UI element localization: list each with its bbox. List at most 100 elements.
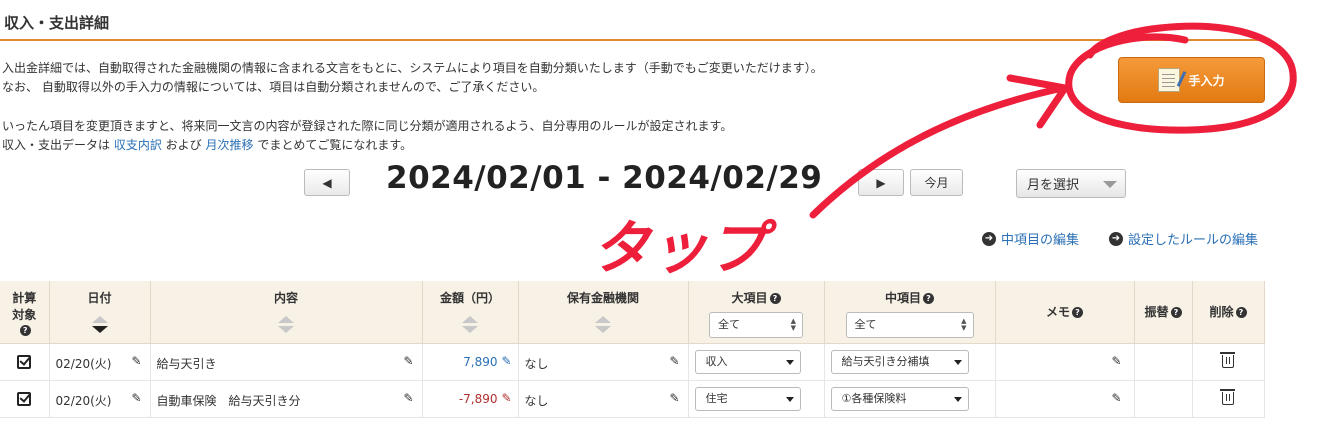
- description-line-4: 収入・支出データは 収支内訳 および 月次推移 でまとめてご覧になれます。: [2, 136, 412, 153]
- header-content[interactable]: 内容: [150, 281, 423, 344]
- title-divider: [0, 39, 1266, 41]
- header-delete: 削除?: [1192, 281, 1265, 344]
- header-transfer: 振替?: [1134, 281, 1193, 344]
- middle-filter-value: 全て: [854, 318, 877, 331]
- header-middle-label: 中項目: [884, 291, 921, 305]
- edit-rules-label: 設定したルールの編集: [1128, 233, 1259, 248]
- amount-cell[interactable]: -7,890 ✎: [422, 380, 519, 418]
- description-line-1: 入出金詳細では、自動取得された金融機関の情報に含まれる文言をもとに、システムによ…: [2, 61, 823, 75]
- month-select[interactable]: 月を選択: [1016, 169, 1126, 198]
- table-row: 02/20(火) ✎ 給与天引き ✎ 7,890 ✎ なし ✎ 収入 給与天引き分補填 …: [0, 343, 1265, 381]
- help-icon[interactable]: ?: [769, 293, 781, 304]
- pencil-icon[interactable]: ✎: [131, 354, 141, 368]
- middle-select[interactable]: 給与天引き分補填: [830, 349, 969, 374]
- manual-entry-label: 手入力: [1188, 73, 1225, 88]
- page-title: 収入・支出詳細: [4, 14, 110, 32]
- major-value: 住宅: [705, 391, 728, 405]
- description-line-2: なお、 自動取得以外の手入力の情報については、項目は自動分類されませんので、ご了…: [2, 80, 545, 94]
- pencil-icon[interactable]: ✎: [131, 391, 141, 405]
- institution-cell[interactable]: なし ✎: [518, 343, 689, 381]
- sort-icon[interactable]: [461, 316, 479, 333]
- middle-value: 給与天引き分補填: [841, 354, 930, 368]
- date-cell[interactable]: 02/20(火) ✎: [49, 343, 151, 381]
- amount-value: 7,890: [463, 354, 498, 369]
- content-cell[interactable]: 自動車保険 給与天引き分 ✎: [150, 380, 423, 418]
- prev-month-button[interactable]: ◀: [304, 169, 350, 196]
- major-cell: 住宅: [688, 380, 825, 418]
- sort-icon[interactable]: [277, 316, 295, 333]
- this-month-button[interactable]: 今月: [910, 169, 963, 196]
- up-down-icon: ▲ ▼: [961, 317, 967, 332]
- chevron-down-icon: [953, 359, 962, 365]
- up-down-icon: ▲ ▼: [790, 317, 796, 332]
- chevron-down-icon: [785, 396, 794, 402]
- help-icon[interactable]: ?: [1170, 307, 1182, 319]
- description-line-3: いったん項目を変更頂きますと、将来同一文言の内容が登録された際に同じ分類が適用さ…: [2, 119, 733, 133]
- institution-cell[interactable]: なし ✎: [518, 380, 689, 418]
- transactions-table: 計算 対象 ? 日付 内容 金額（円） 保有金融機関 大項目? 全て ▲ ▼ 中…: [0, 281, 1265, 418]
- major-select[interactable]: 収入: [694, 349, 801, 374]
- manual-entry-button[interactable]: 手入力: [1118, 57, 1265, 103]
- trash-icon[interactable]: [1220, 352, 1235, 368]
- header-transfer-label: 振替: [1144, 305, 1169, 320]
- pencil-icon[interactable]: ✎: [501, 354, 511, 368]
- pencil-icon[interactable]: ✎: [669, 354, 679, 368]
- delete-cell[interactable]: [1192, 380, 1265, 418]
- transfer-cell[interactable]: [1134, 343, 1193, 381]
- handwritten-tap-text: タップ: [592, 214, 778, 282]
- pencil-icon[interactable]: ✎: [403, 354, 413, 368]
- monthly-trend-link[interactable]: 月次推移: [205, 138, 253, 152]
- delete-cell[interactable]: [1192, 343, 1265, 381]
- transfer-cell[interactable]: [1134, 380, 1193, 418]
- edit-categories-link[interactable]: ➜ 中項目の編集: [982, 229, 1079, 248]
- institution-value: なし: [524, 393, 549, 408]
- middle-cell: 給与天引き分補填: [824, 343, 996, 381]
- sort-icon[interactable]: [91, 316, 109, 333]
- table-row: 02/20(火) ✎ 自動車保険 給与天引き分 ✎ -7,890 ✎ なし ✎ 住宅 ①…: [0, 380, 1265, 418]
- header-major: 大項目? 全て ▲ ▼: [688, 281, 825, 344]
- chevron-down-icon: [953, 396, 962, 402]
- header-institution[interactable]: 保有金融機関: [518, 281, 689, 344]
- header-memo-label: メモ: [1045, 305, 1070, 320]
- memo-cell[interactable]: ✎: [995, 380, 1135, 418]
- major-select[interactable]: 住宅: [694, 386, 801, 411]
- pencil-icon[interactable]: ✎: [403, 391, 413, 405]
- description-line-4-suffix: でまとめてご覧になれます。: [253, 138, 413, 152]
- help-icon[interactable]: ?: [1072, 307, 1083, 319]
- checkbox-checked-icon[interactable]: [17, 354, 32, 369]
- header-memo: メモ?: [995, 281, 1135, 344]
- header-target-line1: 計算: [12, 291, 37, 305]
- arrow-right-circle-icon: ➜: [982, 231, 996, 246]
- pencil-icon[interactable]: ✎: [669, 391, 679, 405]
- help-icon[interactable]: ?: [1235, 307, 1247, 319]
- target-cell[interactable]: [0, 380, 50, 418]
- chevron-down-icon: [1103, 181, 1117, 188]
- help-icon[interactable]: ?: [19, 325, 31, 336]
- next-month-button[interactable]: ▶: [858, 169, 904, 196]
- pencil-icon[interactable]: ✎: [501, 391, 511, 405]
- summary-link[interactable]: 収支内訳: [114, 138, 162, 152]
- sort-icon[interactable]: [594, 316, 612, 333]
- checkbox-checked-icon[interactable]: [17, 391, 32, 406]
- notepad-icon: [1158, 68, 1181, 92]
- trash-icon[interactable]: [1220, 389, 1235, 405]
- header-middle: 中項目? 全て ▲ ▼: [824, 281, 996, 344]
- amount-cell[interactable]: 7,890 ✎: [422, 343, 519, 381]
- pencil-icon[interactable]: ✎: [1111, 391, 1121, 405]
- header-target: 計算 対象 ?: [0, 281, 50, 344]
- major-filter-select[interactable]: 全て ▲ ▼: [709, 312, 803, 338]
- date-value: 02/20(火): [55, 393, 112, 408]
- middle-filter-select[interactable]: 全て ▲ ▼: [845, 312, 974, 338]
- header-date[interactable]: 日付: [49, 281, 151, 344]
- header-date-label: 日付: [87, 291, 112, 305]
- help-icon[interactable]: ?: [923, 293, 934, 304]
- date-cell[interactable]: 02/20(火) ✎: [49, 380, 151, 418]
- content-cell[interactable]: 給与天引き ✎: [150, 343, 423, 381]
- target-cell[interactable]: [0, 343, 50, 381]
- middle-select[interactable]: ①各種保険料: [830, 386, 969, 411]
- edit-rules-link[interactable]: ➜ 設定したルールの編集: [1109, 229, 1258, 248]
- memo-cell[interactable]: ✎: [995, 343, 1135, 381]
- header-target-line2: 対象: [12, 308, 37, 322]
- pencil-icon[interactable]: ✎: [1111, 354, 1121, 368]
- header-amount[interactable]: 金額（円）: [422, 281, 519, 344]
